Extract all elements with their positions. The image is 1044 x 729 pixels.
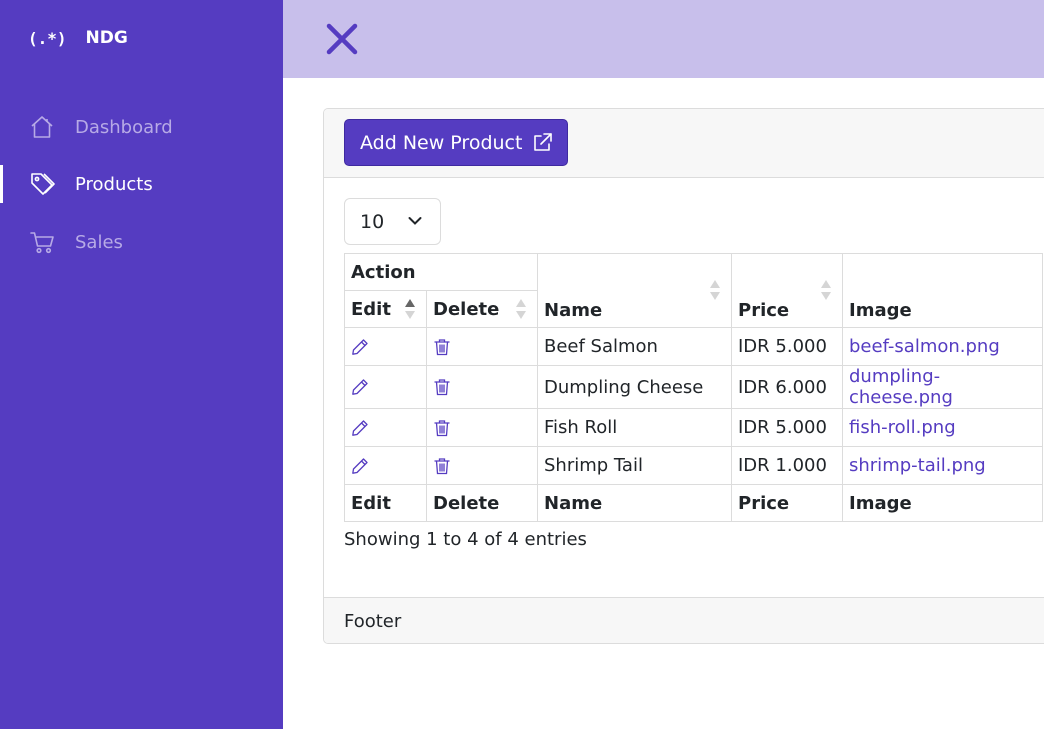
edit-cell: [344, 446, 427, 485]
delete-column-header[interactable]: Delete: [426, 290, 538, 328]
edit-footer-label: Edit: [344, 484, 427, 522]
tags-icon: [31, 173, 55, 195]
delete-cell: [426, 446, 538, 485]
table-info: Showing 1 to 4 of 4 entries: [344, 529, 587, 550]
name-header-label: Name: [544, 300, 603, 321]
brand-name: NDG: [85, 28, 128, 48]
sidebar-item-label: Products: [75, 173, 153, 195]
name-column-header[interactable]: Name: [537, 253, 732, 328]
brand-logo: (.*): [28, 28, 67, 48]
delete-footer-label: Delete: [426, 484, 538, 522]
sort-icon: [710, 280, 720, 300]
action-group-header: Action: [344, 253, 538, 291]
price-cell: IDR 6.000: [731, 365, 843, 409]
external-link-icon: [534, 133, 552, 151]
delete-cell: [426, 365, 538, 409]
table-row: Fish Roll IDR 5.000 fish-roll.png: [344, 408, 1043, 447]
chevron-down-icon: [408, 217, 422, 225]
image-column-header[interactable]: Image: [842, 253, 1043, 328]
edit-cell: [344, 365, 427, 409]
image-cell: beef-salmon.png: [842, 327, 1043, 366]
trash-icon[interactable]: [433, 457, 451, 475]
price-cell: IDR 5.000: [731, 327, 843, 366]
sidebar-item-label: Dashboard: [75, 116, 173, 138]
price-cell: IDR 5.000: [731, 408, 843, 447]
image-cell: fish-roll.png: [842, 408, 1043, 447]
image-link[interactable]: beef-salmon.png: [849, 336, 1000, 357]
card-header: Add New Product: [324, 109, 1044, 178]
price-header-label: Price: [738, 300, 790, 321]
card-footer-text: Footer: [344, 611, 402, 632]
image-footer-label: Image: [842, 484, 1043, 522]
sidebar-item-sales[interactable]: Sales: [0, 223, 283, 261]
home-icon: [31, 116, 53, 138]
top-bar: [283, 0, 1044, 78]
sidebar-item-products[interactable]: Products: [0, 165, 283, 203]
table-footer-row: Edit Delete Name Price Image: [344, 484, 1043, 522]
price-cell: IDR 1.000: [731, 446, 843, 485]
page-length-select[interactable]: 10: [344, 198, 441, 245]
table-row: Beef Salmon IDR 5.000 beef-salmon.png: [344, 327, 1043, 366]
add-new-product-button[interactable]: Add New Product: [344, 119, 568, 166]
name-cell: Dumpling Cheese: [537, 365, 732, 409]
card-footer: Footer: [324, 597, 1044, 643]
sidebar-item-label: Sales: [75, 231, 123, 253]
edit-cell: [344, 408, 427, 447]
trash-icon[interactable]: [433, 419, 451, 437]
close-icon[interactable]: [325, 22, 359, 56]
image-cell: shrimp-tail.png: [842, 446, 1043, 485]
cart-icon: [30, 232, 54, 254]
sort-icon: [821, 280, 831, 300]
delete-cell: [426, 327, 538, 366]
image-cell: dumpling-cheese.png: [842, 365, 1043, 409]
price-footer-label: Price: [731, 484, 843, 522]
products-card: Add New Product 10 Action Name Price Ima…: [323, 108, 1044, 644]
table-row: Dumpling Cheese IDR 6.000 dumpling-chees…: [344, 365, 1043, 409]
trash-icon[interactable]: [433, 378, 451, 396]
sidebar: (.*) NDG Dashboard Products Sales: [0, 0, 283, 729]
pencil-icon[interactable]: [351, 457, 369, 475]
brand[interactable]: (.*) NDG: [28, 26, 128, 50]
edit-column-header[interactable]: Edit: [344, 290, 427, 328]
price-column-header[interactable]: Price: [731, 253, 843, 328]
sort-icon: [516, 299, 526, 319]
image-link[interactable]: fish-roll.png: [849, 417, 956, 438]
pencil-icon[interactable]: [351, 419, 369, 437]
edit-cell: [344, 327, 427, 366]
table-row: Shrimp Tail IDR 1.000 shrimp-tail.png: [344, 446, 1043, 485]
image-link[interactable]: shrimp-tail.png: [849, 455, 986, 476]
delete-cell: [426, 408, 538, 447]
delete-header-label: Delete: [433, 298, 500, 320]
name-cell: Beef Salmon: [537, 327, 732, 366]
pencil-icon[interactable]: [351, 338, 369, 356]
image-header-label: Image: [849, 300, 912, 321]
name-footer-label: Name: [537, 484, 732, 522]
sort-asc-icon: [405, 299, 415, 319]
add-new-product-label: Add New Product: [360, 131, 523, 154]
name-cell: Fish Roll: [537, 408, 732, 447]
pencil-icon[interactable]: [351, 378, 369, 396]
trash-icon[interactable]: [433, 338, 451, 356]
edit-header-label: Edit: [351, 298, 391, 320]
image-link[interactable]: dumpling-cheese.png: [849, 366, 953, 408]
page-length-value: 10: [360, 210, 385, 233]
products-table: Action Name Price Image Edit Delete Beef…: [344, 253, 1043, 522]
name-cell: Shrimp Tail: [537, 446, 732, 485]
sidebar-item-dashboard[interactable]: Dashboard: [0, 108, 283, 146]
